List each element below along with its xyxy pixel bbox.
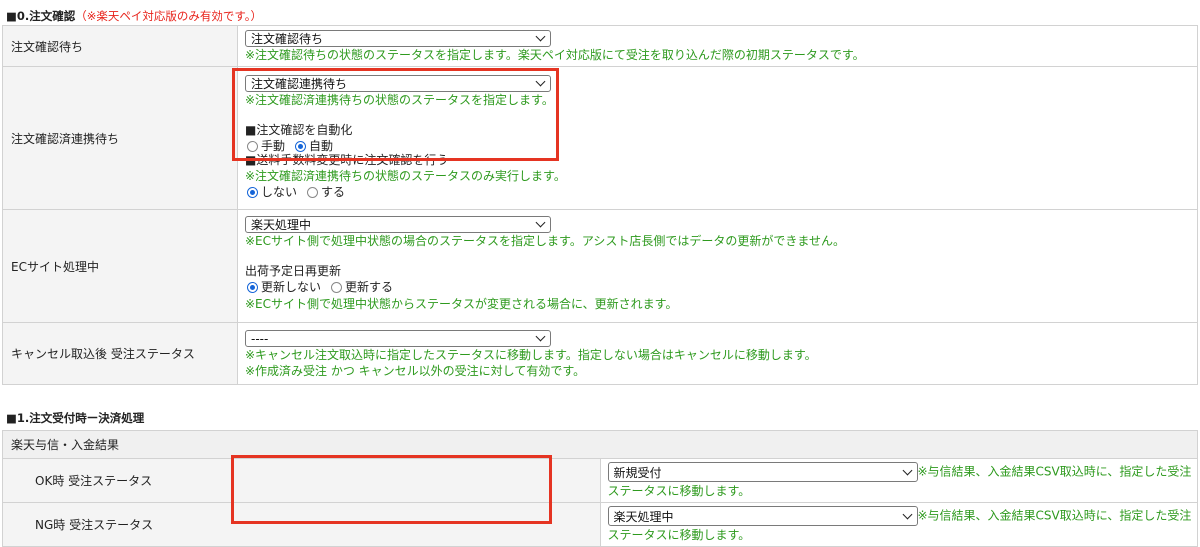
- order-confirm-wait-select[interactable]: 注文確認待ち: [245, 30, 551, 47]
- ec-site-processing-hint: ※ECサイト側で処理中状態の場合のステータスを指定します。アシスト店長側ではデー…: [245, 234, 845, 248]
- auto-confirm-heading: ■注文確認を自動化: [245, 123, 353, 137]
- row-value: 楽天処理中 ※与信結果、入金結果CSV取込時に、指定した受注ステータスに移動しま…: [599, 502, 1198, 547]
- group-header-row: 楽天与信・入金結果: [2, 430, 1198, 459]
- section-0-note: （※楽天ペイ対応版のみ有効です。）: [75, 9, 262, 23]
- order-confirmed-link-wait-hint: ※注文確認済連携待ちの状態のステータスを指定します。: [245, 93, 554, 107]
- row-ok-status: OK時 受注ステータス 新規受付 ※与信結果、入金結果CSV取込時に、指定した受…: [2, 458, 1198, 503]
- section-1-title: ■1.注文受付時ー決済処理: [6, 411, 145, 425]
- row-order-confirmed-link-wait: 注文確認済連携待ち 注文確認連携待ち ※注文確認済連携待ちの状態のステータスを指…: [2, 66, 1198, 210]
- chevron-down-icon: [535, 331, 546, 342]
- row-ng-status: NG時 受注ステータス 楽天処理中 ※与信結果、入金結果CSV取込時に、指定した…: [2, 502, 1198, 547]
- select-value: 楽天処理中: [613, 509, 674, 524]
- cancel-import-status-select[interactable]: ----: [245, 330, 551, 347]
- select-value: ----: [251, 331, 269, 346]
- reship-date-heading: 出荷予定日再更新: [245, 264, 342, 278]
- radio-update-label[interactable]: 更新する: [345, 279, 393, 296]
- select-value: 注文確認連携待ち: [251, 77, 348, 91]
- cancel-import-hint-2: ※作成済み受注 かつ キャンセル以外の受注に対して有効です。: [245, 364, 586, 378]
- row-value: 注文確認連携待ち ※注文確認済連携待ちの状態のステータスを指定します。 ■注文確…: [237, 66, 1198, 210]
- select-value: 注文確認待ち: [251, 32, 324, 46]
- row-value: 注文確認待ち ※注文確認待ちの状態のステータスを指定します。楽天ペイ対応版にて受…: [237, 25, 1198, 67]
- row-label: ECサイト処理中: [2, 209, 238, 323]
- section-0-title: ■0.注文確認（※楽天ペイ対応版のみ有効です。）: [6, 8, 262, 24]
- row-label: NG時 受注ステータス: [2, 502, 601, 547]
- radio-checked-icon[interactable]: [295, 141, 307, 152]
- ok-status-select[interactable]: 新規受付: [607, 462, 918, 482]
- cancel-import-hint-1: ※キャンセル注文取込時に指定したステータスに移動します。指定しない場合はキャンセ…: [245, 348, 817, 362]
- settings-page: ■0.注文確認（※楽天ペイ対応版のみ有効です。） 注文確認待ち 注文確認待ち ※…: [0, 0, 1200, 547]
- row-label: OK時 受注ステータス: [2, 458, 601, 503]
- order-confirmed-link-wait-select[interactable]: 注文確認連携待ち: [245, 75, 551, 92]
- radio-yes-label[interactable]: する: [321, 184, 345, 201]
- shipping-fee-confirm-hint: ※注文確認済連携待ちの状態のステータスのみ実行します。: [245, 169, 566, 183]
- radio-no-update-label[interactable]: 更新しない: [261, 279, 321, 296]
- row-value: 楽天処理中 ※ECサイト側で処理中状態の場合のステータスを指定します。アシスト店…: [237, 209, 1198, 323]
- reship-date-hint: ※ECサイト側で処理中状態からステータスが変更される場合に、更新されます。: [245, 297, 678, 311]
- radio-checked-icon[interactable]: [247, 187, 258, 198]
- ng-status-select[interactable]: 楽天処理中: [607, 506, 918, 526]
- reship-radio-group: 更新しない 更新する: [245, 279, 1197, 296]
- chevron-down-icon: [535, 217, 546, 228]
- chevron-down-icon: [535, 76, 546, 87]
- section-0-table: 注文確認待ち 注文確認待ち ※注文確認待ちの状態のステータスを指定します。楽天ペ…: [2, 25, 1198, 385]
- chevron-down-icon: [902, 509, 912, 519]
- radio-unchecked-icon[interactable]: [331, 282, 343, 293]
- row-label: 注文確認済連携待ち: [2, 66, 238, 210]
- section-1-table: 楽天与信・入金結果 OK時 受注ステータス 新規受付 ※与信結果、入金結果CSV…: [2, 430, 1198, 547]
- radio-no-label[interactable]: しない: [261, 184, 297, 201]
- ec-site-processing-select[interactable]: 楽天処理中: [245, 216, 551, 233]
- order-confirm-wait-hint: ※注文確認待ちの状態のステータスを指定します。楽天ペイ対応版にて受注を取り込んだ…: [245, 48, 865, 62]
- row-order-confirm-wait: 注文確認待ち 注文確認待ち ※注文確認待ちの状態のステータスを指定します。楽天ペ…: [2, 25, 1198, 67]
- section-0-title-text: ■0.注文確認: [6, 9, 76, 23]
- shipping-fee-confirm-heading: ■送料手数料変更時に注文確認を行う: [245, 153, 449, 167]
- select-value: 楽天処理中: [251, 218, 312, 232]
- radio-unchecked-icon[interactable]: [307, 187, 319, 198]
- select-value: 新規受付: [613, 465, 662, 480]
- chevron-down-icon: [902, 465, 912, 475]
- row-value: ---- ※キャンセル注文取込時に指定したステータスに移動します。指定しない場合…: [237, 322, 1198, 385]
- row-ec-site-processing: ECサイト処理中 楽天処理中 ※ECサイト側で処理中状態の場合のステータスを指定…: [2, 209, 1198, 323]
- chevron-down-icon: [535, 31, 546, 42]
- row-cancel-import-status: キャンセル取込後 受注ステータス ---- ※キャンセル注文取込時に指定したステ…: [2, 322, 1198, 385]
- radio-checked-icon[interactable]: [247, 282, 258, 293]
- shipping-fee-radio-group: しない する: [245, 184, 1197, 201]
- group-label: 楽天与信・入金結果: [2, 430, 1198, 459]
- radio-unchecked-icon[interactable]: [247, 141, 258, 152]
- row-label: 注文確認待ち: [2, 25, 238, 67]
- row-label: キャンセル取込後 受注ステータス: [2, 322, 238, 385]
- row-value: 新規受付 ※与信結果、入金結果CSV取込時に、指定した受注ステータスに移動します…: [599, 458, 1198, 503]
